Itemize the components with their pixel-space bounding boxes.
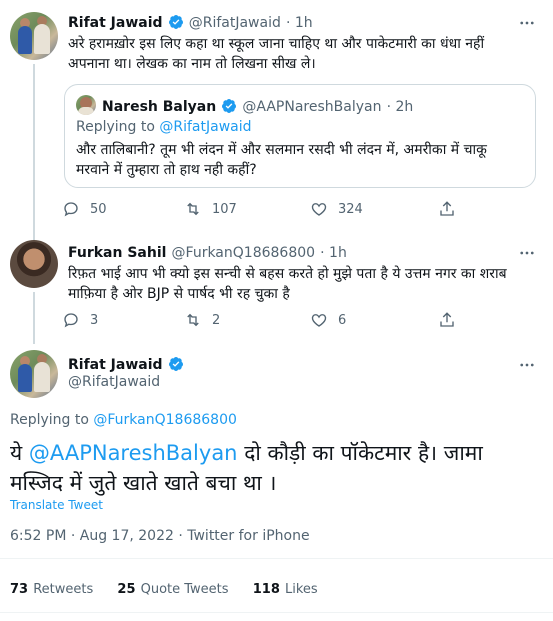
- thread-line: [33, 292, 35, 344]
- author-handle[interactable]: @RifatJawaid: [68, 374, 160, 390]
- quote-text: और तालिबानी? तूम भी लंदन में और सलमान रस…: [76, 142, 487, 178]
- thread-line: [33, 64, 35, 240]
- quote-replying-to: Replying to @RifatJawaid: [76, 119, 252, 135]
- tweet2-header: Furkan Sahil @FurkanQ18686800 · 1h: [68, 245, 347, 261]
- translate-tweet-link[interactable]: Translate Tweet: [10, 498, 103, 512]
- quote-author-handle: @AAPNareshBalyan: [242, 99, 382, 115]
- author-name[interactable]: Rifat Jawaid: [68, 15, 163, 31]
- tweet1-header: Rifat Jawaid @RifatJawaid · 1h: [68, 15, 313, 31]
- verified-badge-icon: [168, 357, 183, 371]
- author-name[interactable]: Rifat Jawaid: [68, 357, 163, 373]
- avatar-naresh: [76, 95, 96, 115]
- avatar-rifat[interactable]: [10, 350, 58, 398]
- heart-icon: [311, 203, 327, 216]
- more-icon[interactable]: [518, 14, 536, 32]
- quote-time: 2h: [395, 99, 414, 115]
- share-button[interactable]: [438, 311, 456, 329]
- thread-line: [33, 230, 35, 238]
- reply-button[interactable]: 50: [62, 200, 184, 218]
- main-tweet-text: ये @AAPNareshBalyan दो कौड़ी का पॉकेटमार…: [10, 441, 483, 495]
- reply-icon: [64, 202, 78, 217]
- divider: [0, 558, 553, 559]
- author-handle[interactable]: @FurkanQ18686800: [172, 245, 316, 261]
- quote-header: Naresh Balyan @AAPNareshBalyan · 2h: [102, 99, 414, 115]
- tweet-time[interactable]: 1h: [329, 245, 347, 261]
- more-icon[interactable]: [518, 356, 536, 374]
- verified-badge-icon: [168, 15, 183, 29]
- avatar-rifat[interactable]: [10, 12, 58, 60]
- verified-badge-icon: [222, 99, 237, 113]
- retweet-button[interactable]: 2: [184, 311, 310, 329]
- heart-icon: [311, 314, 327, 327]
- share-button[interactable]: [438, 200, 456, 218]
- reply-button[interactable]: 3: [62, 311, 184, 329]
- tweet-time[interactable]: 1h: [295, 15, 313, 31]
- author-name[interactable]: Furkan Sahil: [68, 245, 166, 261]
- divider: [0, 612, 553, 613]
- tweet1-text: अरे हरामख़ोर इस लिए कहा था स्कूल जाना चा…: [68, 36, 485, 72]
- like-button[interactable]: 324: [310, 200, 438, 218]
- tweet2-actions: 3 2 6: [62, 311, 456, 329]
- tweet-timestamp[interactable]: 6:52 PM · Aug 17, 2022 · Twitter for iPh…: [10, 528, 310, 544]
- replying-to-link[interactable]: @FurkanQ18686800: [93, 412, 237, 428]
- share-icon: [440, 201, 454, 216]
- main-author-name-row: Rifat Jawaid: [68, 354, 184, 373]
- quote-tweets-stat[interactable]: 25 Quote Tweets: [117, 578, 228, 597]
- more-icon[interactable]: [518, 244, 536, 262]
- tweet2-text: रिफ़त भाई आप भी क्यो इस सन्ची से बहस करत…: [68, 266, 507, 302]
- like-button[interactable]: 6: [310, 311, 438, 329]
- reply-icon: [64, 313, 78, 328]
- engagement-stats: 73 Retweets 25 Quote Tweets 118 Likes: [10, 578, 318, 597]
- retweet-icon: [187, 202, 199, 216]
- retweet-button[interactable]: 107: [184, 200, 310, 218]
- replying-to-link[interactable]: @RifatJawaid: [159, 119, 251, 135]
- quote-author-name: Naresh Balyan: [102, 99, 217, 115]
- tweet1-actions: 50 107 324: [62, 200, 456, 218]
- author-handle[interactable]: @RifatJawaid: [189, 15, 281, 31]
- retweet-icon: [187, 313, 199, 327]
- retweets-stat[interactable]: 73 Retweets: [10, 578, 93, 597]
- avatar-furkan[interactable]: [10, 240, 58, 288]
- likes-stat[interactable]: 118 Likes: [253, 578, 318, 597]
- share-icon: [440, 312, 454, 327]
- mention-link[interactable]: @AAPNareshBalyan: [29, 441, 238, 465]
- main-replying-to: Replying to @FurkanQ18686800: [10, 412, 237, 428]
